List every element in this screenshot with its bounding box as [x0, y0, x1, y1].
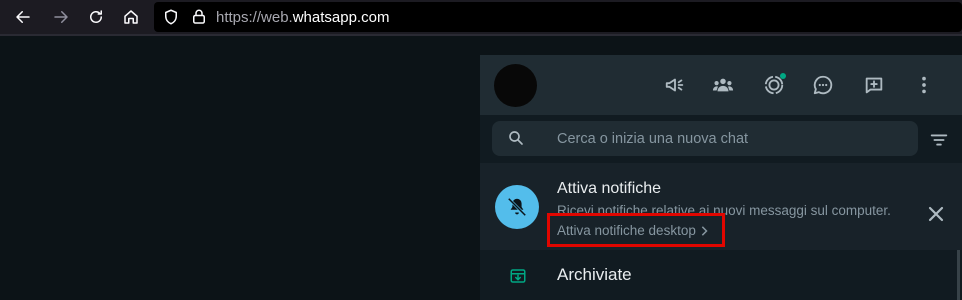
archive-icon	[509, 267, 527, 290]
back-arrow-icon[interactable]	[10, 4, 36, 30]
menu-icon[interactable]	[912, 73, 936, 97]
scrollbar[interactable]	[957, 250, 960, 300]
status-icon[interactable]	[762, 73, 786, 97]
archived-chats-row[interactable]: Archiviate	[480, 250, 962, 300]
search-icon[interactable]	[507, 129, 525, 152]
communities-megaphone-icon[interactable]	[663, 73, 687, 97]
search-input[interactable]: Cerca o inizia una nuova chat	[492, 121, 918, 156]
notification-title: Attiva notifiche	[557, 180, 662, 197]
close-icon[interactable]	[926, 204, 946, 224]
filter-icon[interactable]	[928, 129, 950, 151]
archived-label: Archiviate	[557, 265, 632, 284]
new-chat-icon[interactable]	[862, 73, 886, 97]
forward-arrow-icon[interactable]	[48, 4, 74, 30]
chat-list-panel: Cerca o inizia una nuova chat Attiva not…	[480, 55, 962, 300]
channels-icon[interactable]	[811, 73, 835, 97]
panel-header	[480, 55, 962, 115]
notification-banner: Attiva notifiche Ricevi notifiche relati…	[480, 163, 962, 250]
reload-icon[interactable]	[83, 4, 109, 30]
status-unread-dot	[780, 73, 786, 79]
url-text[interactable]: https://web.whatsapp.com	[216, 9, 389, 26]
avatar[interactable]	[494, 64, 537, 107]
shield-icon[interactable]	[162, 8, 180, 31]
search-row: Cerca o inizia una nuova chat	[480, 115, 962, 163]
search-placeholder: Cerca o inizia una nuova chat	[557, 131, 749, 147]
community-icon[interactable]	[711, 73, 735, 97]
bell-off-icon	[495, 185, 539, 229]
lock-icon[interactable]	[190, 8, 208, 31]
highlight-box	[547, 213, 725, 247]
address-bar[interactable]: https://web.whatsapp.com	[154, 2, 962, 32]
browser-toolbar: https://web.whatsapp.com	[0, 0, 962, 34]
home-icon[interactable]	[118, 4, 144, 30]
